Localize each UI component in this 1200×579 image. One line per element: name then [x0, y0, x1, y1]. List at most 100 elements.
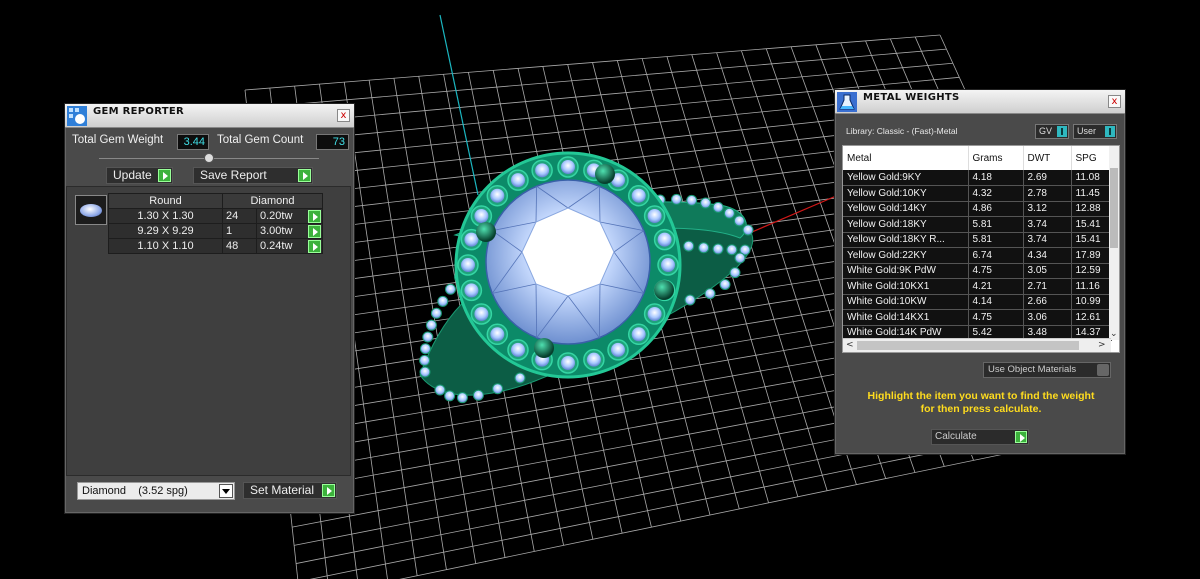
- metal-weights-titlebar[interactable]: METAL WEIGHTS x: [835, 90, 1125, 114]
- update-button[interactable]: Update: [106, 167, 173, 184]
- metal-name: Yellow Gold:22KY: [843, 247, 969, 264]
- halo-stone: [647, 307, 662, 321]
- halo-stone: [464, 232, 479, 247]
- play-icon[interactable]: [308, 225, 321, 238]
- gem-weight-cell: 0.20tw: [256, 208, 323, 224]
- metal-grams: 4.18: [968, 170, 1024, 186]
- metal-dwt: 3.74: [1023, 232, 1072, 248]
- halo-stone: [586, 352, 601, 367]
- calculate-button[interactable]: Calculate: [931, 429, 1029, 445]
- close-icon[interactable]: x: [337, 109, 350, 122]
- table-row[interactable]: Yellow Gold:10KY 4.32 2.78 11.45: [843, 185, 1112, 202]
- metal-name: Yellow Gold:9KY: [843, 170, 969, 186]
- halo-stone: [490, 188, 505, 203]
- halo-stone: [464, 283, 479, 298]
- play-icon: [322, 484, 335, 497]
- shape-header: Round: [108, 193, 223, 209]
- table-row[interactable]: White Gold:9K PdW 4.75 3.05 12.59: [843, 263, 1112, 279]
- metal-grams: 4.14: [968, 294, 1024, 310]
- pave-stone: [729, 267, 741, 279]
- table-row[interactable]: 1.30 X 1.30 24 0.20tw: [108, 208, 323, 224]
- halo-stone: [561, 356, 575, 370]
- use-object-materials-select[interactable]: Use Object Materials: [983, 362, 1111, 378]
- pave-stone: [719, 279, 731, 290]
- gem-reporter-titlebar[interactable]: GEM REPORTER x: [65, 104, 354, 128]
- pave-stone: [492, 383, 504, 395]
- metal-spg: 12.59: [1071, 263, 1112, 279]
- play-icon: [158, 169, 171, 182]
- gem-count: 48: [222, 238, 257, 254]
- metal-spg: 11.16: [1071, 278, 1112, 295]
- column-header[interactable]: Grams: [968, 146, 1024, 170]
- metal-dwt: 3.12: [1023, 201, 1072, 217]
- library-label: Library: Classic - (Fast)-Metal: [846, 126, 958, 136]
- table-row[interactable]: Yellow Gold:18KY R... 5.81 3.74 15.41: [843, 232, 1112, 248]
- material-header: Diamond: [222, 193, 323, 209]
- splitter-handle[interactable]: [204, 153, 214, 163]
- halo-stone: [511, 342, 525, 357]
- play-icon[interactable]: [308, 210, 321, 223]
- gem-size: 9.29 X 9.29: [108, 223, 223, 239]
- table-row[interactable]: Yellow Gold:18KY 5.81 3.74 15.41: [843, 216, 1112, 233]
- table-row[interactable]: 1.10 X 1.10 48 0.24tw: [108, 238, 323, 254]
- gv-toggle[interactable]: GV: [1035, 124, 1069, 139]
- chevron-down-icon[interactable]: ⌄: [1110, 329, 1118, 339]
- gv-toggle-label: GV: [1039, 126, 1053, 136]
- column-header[interactable]: Metal: [843, 146, 969, 170]
- column-header[interactable]: DWT: [1023, 146, 1072, 170]
- set-material-button[interactable]: Set Material: [243, 482, 337, 499]
- table-row[interactable]: White Gold:14KX1 4.75 3.06 12.61: [843, 309, 1112, 326]
- metal-dwt: 2.78: [1023, 185, 1072, 202]
- save-report-button-label: Save Report: [200, 168, 267, 182]
- metal-table-container[interactable]: Metal Grams DWT SPG Yellow Gold:9KY 4.18 2…: [842, 145, 1120, 353]
- total-gem-weight-label: Total Gem Weight: [72, 134, 164, 146]
- pave-stone: [726, 244, 738, 256]
- metal-dwt: 3.05: [1023, 263, 1072, 279]
- gem-weight-cell: 3.00tw: [256, 223, 323, 239]
- table-row[interactable]: Yellow Gold:22KY 6.74 4.34 17.89: [843, 247, 1112, 264]
- table-row[interactable]: Yellow Gold:9KY 4.18 2.69 11.08: [843, 170, 1112, 186]
- ring-model[interactable]: [419, 151, 754, 404]
- play-icon[interactable]: [308, 240, 321, 253]
- horizontal-scrollbar[interactable]: < >: [843, 338, 1111, 352]
- pave-stone: [698, 242, 710, 254]
- chevron-left-icon[interactable]: <: [846, 340, 854, 350]
- column-header[interactable]: SPG: [1071, 146, 1112, 170]
- halo-stone: [631, 327, 646, 342]
- gem-list: Round Diamond 1.30 X 1.30 24 0.20tw 9.29…: [66, 186, 351, 476]
- scroll-thumb[interactable]: [1110, 168, 1118, 248]
- vertical-scrollbar[interactable]: ⌄: [1109, 146, 1119, 340]
- pave-stone: [700, 197, 712, 209]
- halo-stone: [561, 160, 575, 174]
- table-row[interactable]: White Gold:10KW 4.14 2.66 10.99: [843, 294, 1112, 310]
- prong: [476, 222, 496, 242]
- save-report-button[interactable]: Save Report: [193, 167, 313, 184]
- pave-stone: [723, 207, 735, 219]
- gem-reporter-panel: GEM REPORTER x Total Gem Weight 3.44 Tot…: [64, 103, 355, 514]
- metal-spg: 15.41: [1071, 216, 1112, 233]
- halo-stone: [661, 258, 675, 272]
- pave-stone: [437, 295, 449, 307]
- table-row[interactable]: 9.29 X 9.29 1 3.00tw: [108, 223, 323, 239]
- metal-spg: 11.45: [1071, 185, 1112, 202]
- scroll-thumb[interactable]: [857, 341, 1079, 350]
- pave-stone: [704, 288, 716, 300]
- toggle-knob-icon: [1105, 126, 1115, 137]
- gem-table: Round Diamond 1.30 X 1.30 24 0.20tw 9.29…: [108, 193, 323, 254]
- pave-stone: [430, 307, 442, 319]
- gear-icon[interactable]: [1097, 364, 1109, 376]
- play-icon: [1015, 431, 1027, 443]
- pave-stone: [686, 194, 698, 206]
- material-select[interactable]: Diamond (3.52 spg): [77, 482, 235, 500]
- chevron-right-icon[interactable]: >: [1098, 340, 1106, 350]
- metal-spg: 11.08: [1071, 170, 1112, 186]
- metal-name: Yellow Gold:18KY: [843, 216, 969, 233]
- user-toggle-label: User: [1077, 126, 1097, 136]
- table-row[interactable]: White Gold:10KX1 4.21 2.71 11.16: [843, 278, 1112, 295]
- halo-stone: [511, 173, 525, 188]
- close-icon[interactable]: x: [1108, 95, 1121, 108]
- table-row[interactable]: Yellow Gold:14KY 4.86 3.12 12.88: [843, 201, 1112, 217]
- metal-name: Yellow Gold:18KY R...: [843, 232, 969, 248]
- chevron-down-icon[interactable]: [219, 484, 233, 498]
- user-toggle[interactable]: User: [1073, 124, 1117, 139]
